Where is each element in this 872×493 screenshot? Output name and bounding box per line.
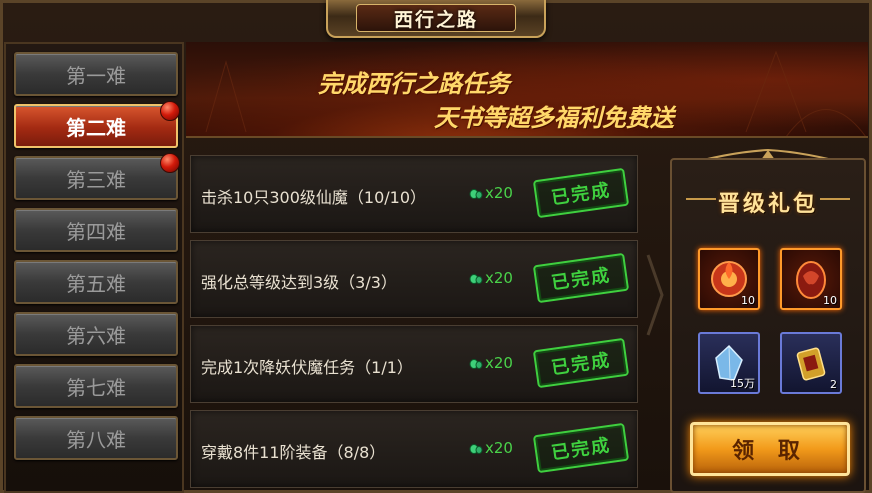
sidebar-item-1[interactable]: 第一难 [14, 52, 178, 96]
title-deco-right [820, 198, 850, 200]
upgrade-gift-panel: 晋级礼包 10 10 15万 2 领 取 [670, 158, 866, 493]
sidebar-item-7[interactable]: 第七难 [14, 364, 178, 408]
jade-icon [469, 274, 483, 284]
task-description: 强化总等级达到3级（3/3） [201, 273, 397, 292]
task-row: 强化总等级达到3级（3/3） x20 已完成 [190, 240, 638, 318]
title-plaque: 西行之路 [326, 0, 546, 38]
reward-count: x20 [485, 269, 513, 287]
sidebar-item-label: 第三难 [66, 167, 126, 192]
sidebar-item-label: 第四难 [66, 219, 126, 244]
claim-button[interactable]: 领 取 [690, 422, 850, 476]
task-description: 完成1次降妖伏魔任务（1/1） [201, 358, 413, 377]
completed-stamp: 已完成 [532, 252, 630, 304]
golden-token-icon [796, 347, 826, 381]
gift-item-slot[interactable]: 10 [780, 248, 842, 310]
jade-icon [469, 444, 483, 454]
task-row: 穿戴8件11阶装备（8/8） x20 已完成 [190, 410, 638, 488]
task-reward: x20 [469, 439, 513, 457]
banner-subheadline: 天书等超多福利免费送 [434, 104, 674, 132]
item-quantity: 2 [830, 378, 837, 391]
title-plaque-inner: 西行之路 [356, 4, 516, 32]
reward-count: x20 [485, 439, 513, 457]
difficulty-sidebar: 第一难 第二难 第三难 第四难 第五难 第六难 第七难 第八难 [4, 42, 184, 493]
sidebar-item-label: 第二难 [66, 115, 126, 140]
gift-item-slot[interactable]: 2 [780, 332, 842, 394]
task-reward: x20 [469, 354, 513, 372]
sidebar-item-4[interactable]: 第四难 [14, 208, 178, 252]
sidebar-item-label: 第八难 [66, 427, 126, 452]
task-row: 完成1次降妖伏魔任务（1/1） x20 已完成 [190, 325, 638, 403]
event-banner: 完成西行之路任务 天书等超多福利免费送 [186, 42, 868, 138]
sidebar-item-2[interactable]: 第二难 [14, 101, 180, 148]
sidebar-item-6[interactable]: 第六难 [14, 312, 178, 356]
banner-headline: 完成西行之路任务 [318, 70, 510, 98]
reward-count: x20 [485, 354, 513, 372]
sidebar-item-label: 第一难 [66, 63, 126, 88]
item-quantity: 15万 [730, 377, 755, 390]
notification-dot-icon [160, 153, 180, 173]
jade-icon [469, 189, 483, 199]
jade-icon [469, 359, 483, 369]
completed-stamp: 已完成 [532, 337, 630, 389]
gift-item-slot[interactable]: 15万 [698, 332, 760, 394]
sidebar-item-3[interactable]: 第三难 [14, 153, 180, 200]
sidebar-item-label: 第七难 [66, 375, 126, 400]
sidebar-item-label: 第五难 [66, 271, 126, 296]
item-quantity: 10 [823, 294, 837, 307]
task-description: 击杀10只300级仙魔（10/10） [201, 188, 427, 207]
gift-item-slot[interactable]: 10 [698, 248, 760, 310]
notification-dot-icon [160, 101, 180, 121]
task-reward: x20 [469, 184, 513, 202]
sidebar-item-label: 第六难 [66, 323, 126, 348]
task-row: 击杀10只300级仙魔（10/10） x20 已完成 [190, 155, 638, 233]
sidebar-item-5[interactable]: 第五难 [14, 260, 178, 304]
task-description: 穿戴8件11阶装备（8/8） [201, 443, 386, 462]
window-title: 西行之路 [393, 8, 478, 31]
reward-count: x20 [485, 184, 513, 202]
completed-stamp: 已完成 [532, 167, 630, 219]
gift-title: 晋级礼包 [717, 192, 818, 217]
completed-stamp: 已完成 [532, 422, 630, 474]
item-quantity: 10 [741, 294, 755, 307]
task-reward: x20 [469, 269, 513, 287]
chevron-right-icon [646, 254, 664, 336]
sidebar-item-8[interactable]: 第八难 [14, 416, 178, 460]
